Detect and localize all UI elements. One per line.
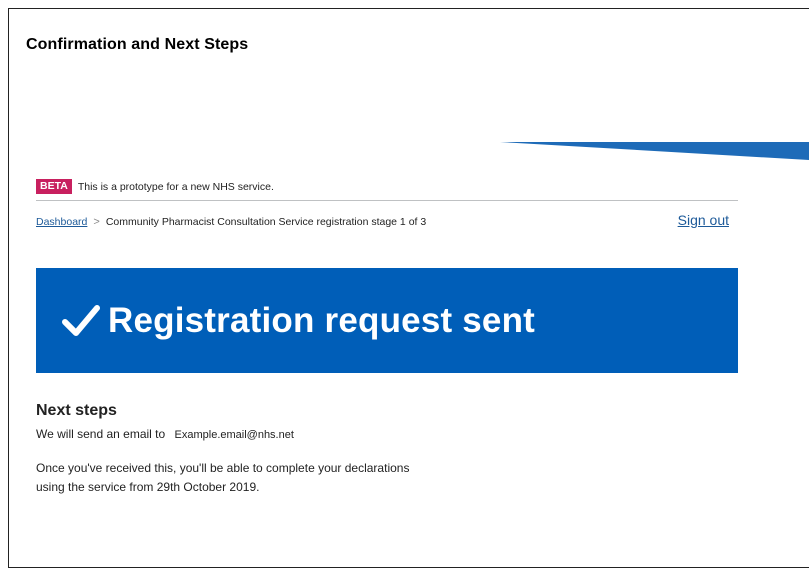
banner-title: Registration request sent	[108, 300, 536, 340]
declarations-line-2: using the service from 29th October 2019…	[36, 480, 260, 494]
next-steps-heading: Next steps	[36, 402, 117, 419]
confirmation-banner: Registration request sent	[36, 268, 738, 373]
beta-tag: BETA	[36, 179, 72, 194]
email-prefix: We will send an email to	[36, 427, 166, 441]
decorative-swoosh	[500, 142, 809, 160]
beta-banner: BETA This is a prototype for a new NHS s…	[36, 179, 274, 194]
check-icon	[62, 304, 100, 336]
slide-title: Confirmation and Next Steps	[26, 36, 249, 53]
breadcrumb: Dashboard > Community Pharmacist Consult…	[36, 216, 426, 228]
breadcrumb-current: Community Pharmacist Consultation Servic…	[105, 216, 427, 228]
chevron-right-icon: >	[93, 216, 100, 228]
email-notice: We will send an email to Example.email@n…	[36, 427, 294, 441]
breadcrumb-dashboard-link[interactable]: Dashboard	[36, 216, 87, 228]
declarations-info: Once you've received this, you'll be abl…	[36, 459, 506, 497]
beta-text: This is a prototype for a new NHS servic…	[77, 180, 274, 193]
header-divider	[36, 200, 738, 201]
email-address: Example.email@nhs.net	[174, 429, 294, 441]
sign-out-link[interactable]: Sign out	[678, 212, 729, 228]
declarations-line-1: Once you've received this, you'll be abl…	[36, 461, 410, 475]
